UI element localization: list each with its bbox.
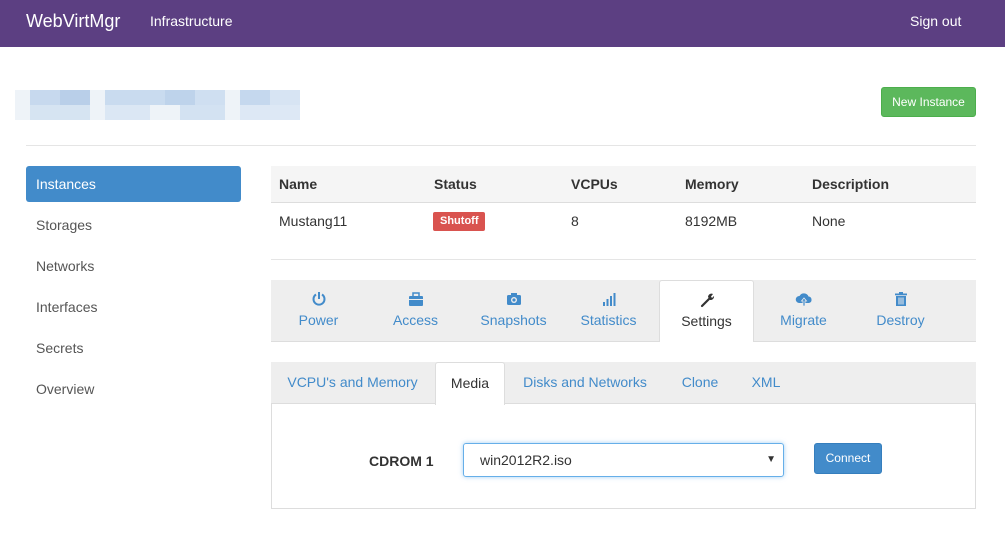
tab-destroy[interactable]: Destroy <box>853 280 948 342</box>
bar-chart-icon <box>561 291 656 311</box>
tab-access[interactable]: Access <box>368 280 463 342</box>
sidebar-item-overview[interactable]: Overview <box>26 371 241 412</box>
instance-description: None <box>812 213 846 229</box>
header-name: Name <box>279 176 318 192</box>
divider <box>271 259 976 260</box>
tab-migrate[interactable]: Migrate <box>756 280 851 342</box>
instance-table: Name Status VCPUs Memory Description Mus… <box>271 166 976 240</box>
brand-logo[interactable]: WebVirtMgr <box>26 11 120 32</box>
media-panel: CDROM 1 win2012R2.iso ▼ Connect <box>271 403 976 509</box>
sidebar-item-networks[interactable]: Networks <box>26 248 241 289</box>
header-vcpus: VCPUs <box>571 176 618 192</box>
subtab-xml[interactable]: XML <box>741 362 791 404</box>
instance-memory: 8192MB <box>685 213 738 229</box>
trash-icon <box>853 291 948 311</box>
cdrom-label: CDROM 1 <box>369 453 434 469</box>
instance-action-tabs: Power Access Snapshots Statistics Settin… <box>271 280 976 342</box>
tab-statistics[interactable]: Statistics <box>561 280 656 342</box>
sidebar-item-storages[interactable]: Storages <box>26 207 241 248</box>
nav-infrastructure[interactable]: Infrastructure <box>150 13 232 29</box>
tab-settings[interactable]: Settings <box>659 280 754 342</box>
header-memory: Memory <box>685 176 739 192</box>
settings-subtabs: VCPU's and Memory Media Disks and Networ… <box>271 362 976 405</box>
header-description: Description <box>812 176 890 192</box>
header-status: Status <box>434 176 477 192</box>
table-row: Mustang11 Shutoff 8 8192MB None <box>271 203 976 240</box>
host-title-blurred <box>15 90 300 120</box>
sign-out-link[interactable]: Sign out <box>910 13 961 29</box>
subtab-media[interactable]: Media <box>435 362 505 405</box>
cloud-upload-icon <box>756 291 851 311</box>
sidebar: Instances Storages Networks Interfaces S… <box>26 166 241 412</box>
top-navbar: WebVirtMgr Infrastructure Sign out <box>0 0 1005 47</box>
subtab-disks-networks[interactable]: Disks and Networks <box>511 362 659 404</box>
camera-icon <box>466 291 561 311</box>
status-badge: Shutoff <box>433 212 486 231</box>
new-instance-button[interactable]: New Instance <box>881 87 976 117</box>
table-header: Name Status VCPUs Memory Description <box>271 166 976 203</box>
wrench-icon <box>660 292 753 312</box>
iso-select-value: win2012R2.iso <box>480 452 572 468</box>
instance-name: Mustang11 <box>279 213 348 229</box>
sidebar-item-instances[interactable]: Instances <box>26 166 241 202</box>
tab-snapshots[interactable]: Snapshots <box>466 280 561 342</box>
divider <box>26 145 976 146</box>
power-icon <box>271 291 366 311</box>
tab-power[interactable]: Power <box>271 280 366 342</box>
caret-down-icon: ▼ <box>766 454 776 465</box>
connect-button[interactable]: Connect <box>814 443 882 474</box>
briefcase-icon <box>368 291 463 311</box>
sidebar-item-secrets[interactable]: Secrets <box>26 330 241 371</box>
sidebar-item-interfaces[interactable]: Interfaces <box>26 289 241 330</box>
iso-select[interactable]: win2012R2.iso ▼ <box>463 443 784 477</box>
subtab-vcpu-memory[interactable]: VCPU's and Memory <box>271 362 434 404</box>
instance-vcpus: 8 <box>571 213 579 229</box>
subtab-clone[interactable]: Clone <box>667 362 733 404</box>
